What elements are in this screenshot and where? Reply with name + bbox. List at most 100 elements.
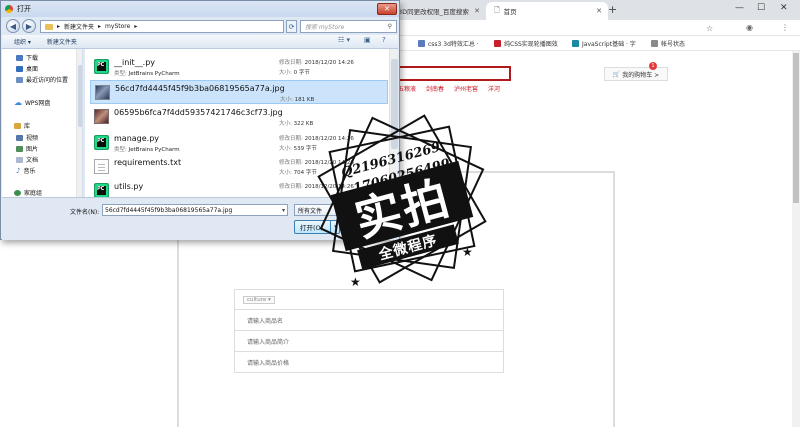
navigation-pane: 下载 桌面 最近访问的位置 ☁ WPS网盘 库 视频 图片 文档 ♪ 音乐 家庭组 [2,49,83,197]
scrollbar-thumb[interactable] [391,59,398,149]
star-icon[interactable]: ☆ [706,24,713,33]
nav-label: 视频 [26,135,39,142]
file-item[interactable]: utils.py 修改日期: 2018/12/20 14:26 [90,179,388,197]
file-item-selected[interactable]: 56cd7fd4445f45f9b3ba06819565a77a.jpg 大小:… [90,80,388,104]
bookmark-favicon-icon [572,40,579,47]
cancel-button[interactable]: 取消 [344,220,394,234]
nav-item-wps-cloud[interactable]: ☁ WPS网盘 [14,98,50,107]
file-size-value: 0 字节 [293,70,310,76]
file-type-value: JetBrains PyCharm [128,71,180,77]
bookmark-carousel[interactable]: 纯CSS实现轮播图效 [494,39,558,48]
scrollbar-thumb[interactable] [793,53,799,203]
bookmark-label: css3 3d特效汇总 · [428,41,479,48]
refresh-button[interactable]: ⟳ [286,20,297,33]
open-label: 打开(O) [300,224,324,232]
hot-link[interactable]: 五粮液 [398,84,416,93]
nav-item-libraries[interactable]: 库 [14,121,30,130]
file-size: 大小: 539 字节 [279,144,317,152]
file-item[interactable]: 06595b6fca7f4dd59357421746c3cf73.jpg 大小:… [90,105,388,129]
product-intro-input[interactable]: 请输入商品简介 [234,331,504,352]
folder-icon [45,23,53,30]
close-icon[interactable]: ✕ [596,7,602,15]
profile-icon[interactable]: ◉ [746,23,753,32]
scrollbar-thumb[interactable] [78,65,82,127]
nav-pane-scrollbar[interactable] [76,49,82,197]
tab-baidu-search[interactable]: 3D同更改权限_百度搜索 ✕ [390,2,486,20]
nav-item-desktop[interactable]: 桌面 [16,64,38,73]
forward-button[interactable]: ▶ [22,19,36,33]
hot-link[interactable]: 剑南春 [426,84,444,93]
field-placeholder: 请输入商品简介 [247,338,290,346]
file-size-label: 大小: [279,121,292,127]
bookmark-javascript[interactable]: JavaScript基础 · 字 [572,39,636,48]
preview-pane-icon[interactable]: ▣ [364,36,371,44]
file-item[interactable]: __init__.py 类型: JetBrains PyCharm 修改日期: … [90,55,388,79]
file-size-value: 539 字节 [293,146,317,152]
tag-row: culture ▾ [234,289,504,310]
arrow-right-icon: ▶ [25,21,33,31]
hot-link[interactable]: 洋河 [488,84,500,93]
site-search-input[interactable] [398,66,511,81]
tab-home[interactable]: 🗋 首页 ✕ [486,2,608,20]
nav-item-recent[interactable]: 最近访问的位置 [16,75,68,84]
breadcrumb-item[interactable]: myStore [105,23,130,30]
file-date: 修改日期: 2018/12/20 14:26 [279,158,354,166]
file-name: 06595b6fca7f4dd59357421746c3cf73.jpg [114,108,283,117]
menu-icon[interactable]: ⋮ [781,23,789,32]
file-date: 修改日期: 2018/12/20 14:26 [279,58,354,66]
bookmark-css3[interactable]: css3 3d特效汇总 · [418,39,479,48]
new-tab-plus-icon[interactable]: + [608,3,617,16]
file-date-value: 2018/12/20 14:26 [304,60,354,66]
close-icon[interactable]: ✕ [474,7,480,15]
window-close-icon[interactable]: ✕ [780,3,788,13]
refresh-icon: ⟳ [288,22,295,31]
file-item[interactable]: manage.py 类型: JetBrains PyCharm 修改日期: 20… [90,131,388,155]
bookmark-account-status[interactable]: 帐号状态 [651,39,685,48]
nav-item-documents[interactable]: 文档 [16,155,38,164]
filename-value: 56cd7fd4445f45f9b3ba06819565a77a.jpg [105,206,233,214]
file-size: 大小: 704 字节 [279,168,317,176]
culture-tag[interactable]: culture ▾ [243,295,275,304]
back-button[interactable]: ◀ [6,19,20,33]
view-options-icon[interactable]: ☷ ▾ [338,36,350,44]
help-icon[interactable]: ? [382,36,386,44]
pycharm-icon [94,135,109,150]
organize-button[interactable]: 组织 ▾ [14,37,31,46]
file-date-label: 修改日期: [279,136,303,142]
search-icon: ⚲ [387,23,392,30]
filename-input[interactable]: 56cd7fd4445f45f9b3ba06819565a77a.jpg ▾ [102,204,288,216]
cloud-icon: ☁ [14,98,22,107]
dialog-search-input[interactable]: 搜索 myStore ⚲ [300,20,397,33]
product-name-input[interactable]: 请输入商品名 [234,310,504,331]
documents-icon [16,156,23,163]
image-icon [95,85,110,100]
breadcrumb[interactable]: ▸ 新建文件夹 ▸ myStore ▸ [40,20,284,33]
hot-link[interactable]: 泸州老窖 [454,84,478,93]
file-item[interactable]: requirements.txt 修改日期: 2018/12/20 14:26 … [90,155,388,179]
open-dropdown-button[interactable]: ▾ [330,220,340,234]
bookmark-favicon-icon [494,40,501,47]
nav-label: 最近访问的位置 [26,77,69,84]
minimize-icon[interactable]: — [735,3,744,13]
tab-title: 首页 [503,8,517,16]
nav-item-music[interactable]: ♪ 音乐 [16,166,35,176]
product-price-input[interactable]: 请输入商品价格 [234,352,504,373]
maximize-icon[interactable]: ☐ [757,3,765,13]
nav-item-pictures[interactable]: 图片 [16,144,38,153]
nav-item-homegroup[interactable]: 家庭组 [14,188,42,197]
new-folder-button[interactable]: 新建文件夹 [47,37,77,46]
dialog-close-button[interactable]: ✕ [377,3,397,15]
nav-item-downloads[interactable]: 下载 [16,53,38,62]
arrow-left-icon: ◀ [9,21,17,31]
cart-count-badge: 1 [649,62,657,70]
breadcrumb-item[interactable]: 新建文件夹 [64,22,94,31]
file-list-scrollbar[interactable] [389,49,398,197]
file-size-value: 181 KB [294,97,315,103]
cart-button[interactable]: 🛒 我的购物车 > [604,67,668,81]
file-type-select[interactable]: 所有文件 ▾ [294,204,394,216]
nav-item-videos[interactable]: 视频 [16,133,38,142]
nav-label: WPS网盘 [25,100,51,107]
chevron-down-icon[interactable]: ▾ [282,207,287,214]
page-scrollbar[interactable] [792,51,800,427]
nav-label: 家庭组 [24,190,43,197]
